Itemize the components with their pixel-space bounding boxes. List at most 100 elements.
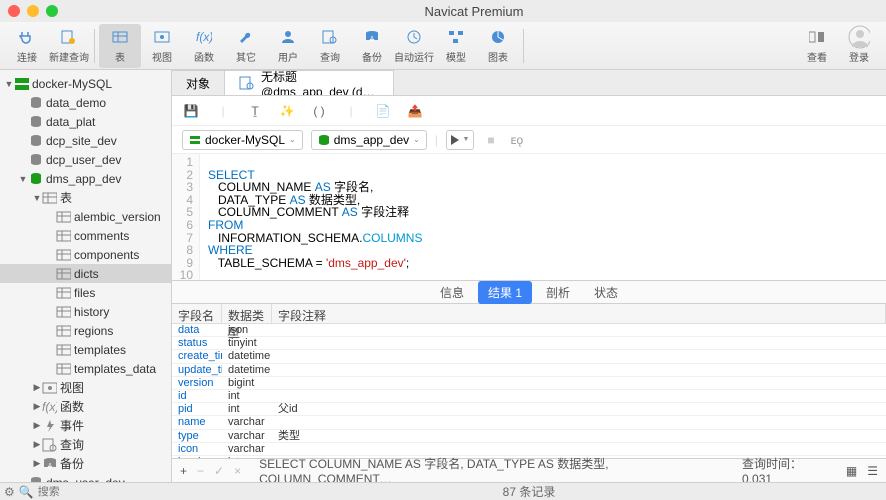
cell[interactable] <box>272 364 886 376</box>
cell[interactable]: tinyint <box>222 337 272 349</box>
tree-node[interactable]: alembic_version <box>0 207 171 226</box>
cell[interactable] <box>272 337 886 349</box>
cancel-icon[interactable]: × <box>234 464 241 478</box>
tree-node[interactable]: ▶f(x)函数 <box>0 397 171 416</box>
cell[interactable]: create_tim <box>172 350 222 362</box>
stop-icon[interactable]: ■ <box>482 131 500 149</box>
cell[interactable]: 类型 <box>272 430 886 442</box>
tree-node[interactable]: ▶视图 <box>0 378 171 397</box>
cell[interactable]: type <box>172 430 222 442</box>
add-row-icon[interactable]: + <box>180 464 187 478</box>
cell[interactable] <box>272 324 886 336</box>
toolbar-table[interactable]: 表 <box>99 24 141 68</box>
tree-node[interactable]: ▶备份 <box>0 454 171 473</box>
disclosure-icon[interactable]: ▼ <box>18 174 28 184</box>
cell[interactable]: id <box>172 390 222 402</box>
format-icon[interactable]: Ṯ <box>246 102 264 120</box>
result-row[interactable]: typevarchar类型 <box>172 430 886 443</box>
sidebar-tree[interactable]: ▼docker-MySQLdata_demodata_platdcp_site_… <box>0 70 172 482</box>
form-view-icon[interactable]: ☰ <box>867 464 878 478</box>
apply-icon[interactable]: ✓ <box>214 464 224 478</box>
toolbar-view[interactable]: 视图 <box>141 24 183 68</box>
disclosure-icon[interactable]: ▶ <box>32 439 42 450</box>
close-icon[interactable] <box>8 5 20 17</box>
save-icon[interactable]: 💾 <box>182 102 200 120</box>
disclosure-icon[interactable]: ▶ <box>32 401 42 412</box>
search-input[interactable] <box>38 486 180 498</box>
document-tab[interactable]: 无标题 @dms_app_dev (d… <box>224 70 394 95</box>
doc-icon[interactable]: 📄 <box>374 102 392 120</box>
toolbar-backup[interactable]: 备份 <box>351 24 393 68</box>
tree-node[interactable]: templates <box>0 340 171 359</box>
cell[interactable] <box>272 416 886 428</box>
toolbar-wrench[interactable]: 其它 <box>225 24 267 68</box>
explain-icon[interactable]: ᴇǫ <box>508 131 526 149</box>
cell[interactable]: int <box>222 403 272 415</box>
cell[interactable] <box>272 350 886 362</box>
disclosure-icon[interactable]: ▶ <box>32 458 42 469</box>
result-row[interactable]: update_timdatetime <box>172 364 886 377</box>
run-button[interactable]: ▼ <box>446 130 474 150</box>
tree-node[interactable]: dcp_user_dev <box>0 150 171 169</box>
column-header[interactable]: 数据类型 <box>222 304 272 323</box>
cell[interactable]: int <box>222 390 272 402</box>
disclosure-icon[interactable]: ▶ <box>32 420 42 431</box>
result-tab[interactable]: 剖析 <box>536 281 580 304</box>
tree-node[interactable]: ▼表 <box>0 188 171 207</box>
toolbar-model[interactable]: 模型 <box>435 24 477 68</box>
column-header[interactable]: 字段注释 <box>272 304 886 323</box>
cell[interactable]: varchar <box>222 430 272 442</box>
result-row[interactable]: statustinyint <box>172 337 886 350</box>
zoom-icon[interactable] <box>46 5 58 17</box>
connection-combo[interactable]: docker-MySQL ⌄ <box>182 130 303 150</box>
result-rows[interactable]: datajsonstatustinyintcreate_timdatetimeu… <box>172 324 886 458</box>
toolbar-chart[interactable]: 图表 <box>477 24 519 68</box>
cell[interactable]: version <box>172 377 222 389</box>
document-tab[interactable]: 对象 <box>172 70 225 95</box>
tree-node[interactable]: data_demo <box>0 93 171 112</box>
tree-node[interactable]: dcp_site_dev <box>0 131 171 150</box>
result-row[interactable]: pidint父id <box>172 403 886 416</box>
settings-icon[interactable]: ⚙ <box>4 485 15 499</box>
result-tab[interactable]: 信息 <box>430 281 474 304</box>
cell[interactable]: varchar <box>222 443 272 455</box>
tree-node[interactable]: data_plat <box>0 112 171 131</box>
delete-row-icon[interactable]: − <box>197 464 204 478</box>
result-tab[interactable]: 状态 <box>584 281 628 304</box>
toolbar-fx[interactable]: f(x)函数 <box>183 24 225 68</box>
result-row[interactable]: idint <box>172 390 886 403</box>
grid-view-icon[interactable]: ▦ <box>846 464 857 478</box>
cell[interactable]: icon <box>172 443 222 455</box>
result-row[interactable]: datajson <box>172 324 886 337</box>
cell[interactable]: 父id <box>272 403 886 415</box>
result-row[interactable]: create_timdatetime <box>172 350 886 363</box>
tree-node[interactable]: comments <box>0 226 171 245</box>
tree-node[interactable]: templates_data <box>0 359 171 378</box>
tree-node[interactable]: history <box>0 302 171 321</box>
tree-node[interactable]: ▶事件 <box>0 416 171 435</box>
cell[interactable] <box>272 377 886 389</box>
tree-node[interactable]: ▶查询 <box>0 435 171 454</box>
cell[interactable]: status <box>172 337 222 349</box>
cell[interactable]: data <box>172 324 222 336</box>
toolbar-user[interactable]: 用户 <box>267 24 309 68</box>
export-icon[interactable]: 📤 <box>406 102 424 120</box>
toolbar-avatar[interactable]: 登录 <box>838 24 880 68</box>
tree-node[interactable]: files <box>0 283 171 302</box>
cell[interactable]: pid <box>172 403 222 415</box>
toolbar-clock[interactable]: 自动运行 <box>393 24 435 68</box>
cell[interactable] <box>272 443 886 455</box>
toolbar-plug[interactable]: 连接 <box>6 24 48 68</box>
result-row[interactable]: namevarchar <box>172 416 886 429</box>
tree-node[interactable]: dms_user_dev <box>0 473 171 482</box>
disclosure-icon[interactable]: ▶ <box>32 382 42 393</box>
code-area[interactable]: SELECT COLUMN_NAME AS 字段名, DATA_TYPE AS … <box>200 154 886 280</box>
cell[interactable]: bigint <box>222 377 272 389</box>
tree-node[interactable]: ▼dms_app_dev <box>0 169 171 188</box>
cell[interactable]: varchar <box>222 416 272 428</box>
cell[interactable]: datetime <box>222 350 272 362</box>
cell[interactable]: datetime <box>222 364 272 376</box>
sql-editor[interactable]: 12345678910 SELECT COLUMN_NAME AS 字段名, D… <box>172 154 886 280</box>
toolbar-panes[interactable]: 查看 <box>796 24 838 68</box>
minimize-icon[interactable] <box>27 5 39 17</box>
